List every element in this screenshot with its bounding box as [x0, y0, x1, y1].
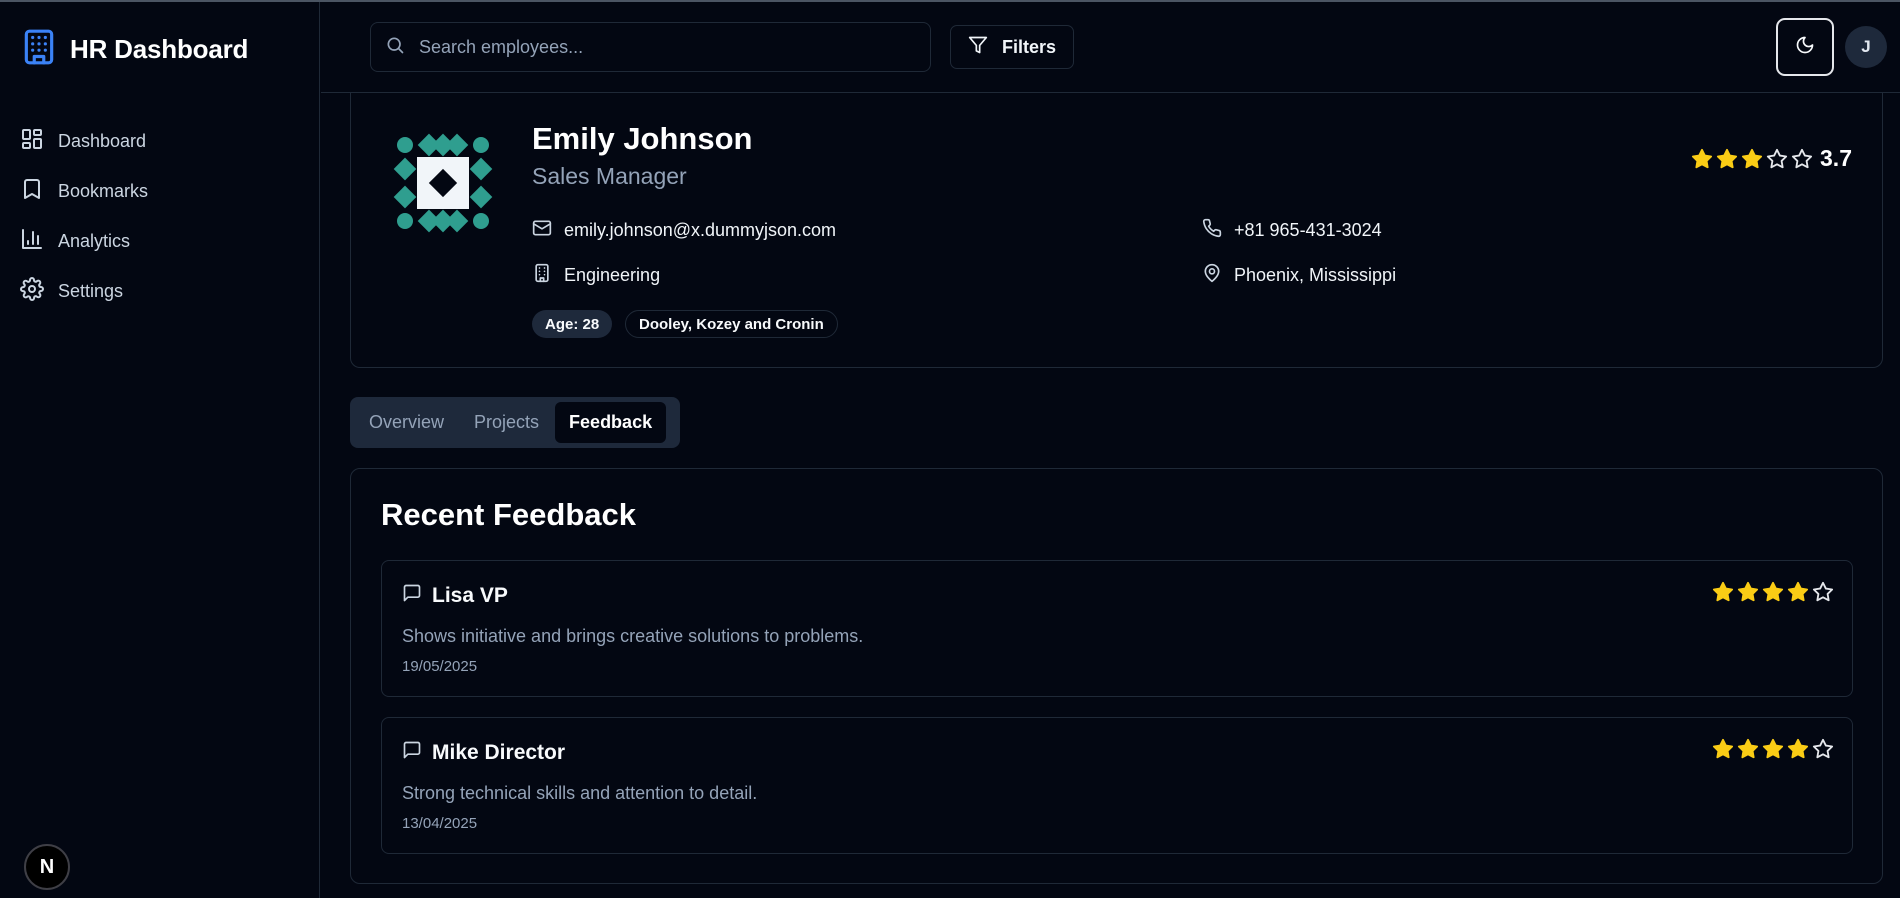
brand[interactable]: HR Dashboard [20, 28, 248, 71]
user-avatar[interactable]: J [1845, 26, 1887, 68]
star-filled-icon [1787, 738, 1809, 759]
building-icon [20, 28, 58, 71]
phone-icon [1202, 218, 1222, 243]
feedback-author-row: Mike Director [402, 740, 565, 766]
star-filled-icon [1762, 738, 1784, 759]
message-icon [402, 583, 422, 609]
framework-badge[interactable]: N [24, 844, 70, 890]
bar-chart-icon [20, 227, 44, 256]
employee-location: Phoenix, Mississippi [1234, 265, 1397, 285]
age-badge: Age: 28 [532, 310, 613, 338]
feedback-card: Recent Feedback Lisa VP Shows initiative… [350, 468, 1883, 884]
feedback-rating-stars [1712, 581, 1834, 603]
star-filled-icon [1716, 148, 1738, 168]
bookmark-icon [20, 177, 44, 206]
star-empty-icon [1812, 738, 1834, 759]
feedback-text: Strong technical skills and attention to… [402, 783, 758, 803]
rating-stars [1691, 148, 1813, 170]
star-filled-icon [1712, 738, 1734, 759]
feedback-heading: Recent Feedback [381, 497, 636, 532]
employee-department: Engineering [564, 265, 661, 285]
sidebar-nav: Dashboard Bookmarks Analytics Settings [20, 116, 300, 316]
star-filled-icon [1691, 148, 1713, 168]
sidebar-item-label: Bookmarks [58, 180, 149, 201]
search-input[interactable] [419, 36, 899, 58]
employee-identicon [391, 131, 495, 240]
department-row: Engineering [532, 263, 660, 288]
employee-profile-card: Emily Johnson Sales Manager 3.7 emily.jo… [350, 93, 1883, 368]
star-empty-icon [1766, 148, 1788, 168]
map-pin-icon [1202, 263, 1222, 288]
sidebar-item-analytics[interactable]: Analytics [20, 216, 300, 266]
filters-button[interactable]: Filters [950, 25, 1074, 69]
employee-rating: 3.7 [1691, 145, 1852, 172]
sidebar-item-bookmarks[interactable]: Bookmarks [20, 166, 300, 216]
star-filled-icon [1741, 148, 1763, 168]
feedback-item: Lisa VP Shows initiative and brings crea… [381, 560, 1853, 697]
feedback-item: Mike Director Strong technical skills an… [381, 717, 1853, 854]
dashboard-icon [20, 127, 44, 156]
search-box[interactable] [370, 22, 931, 72]
star-filled-icon [1737, 581, 1759, 602]
filters-label: Filters [1001, 36, 1057, 57]
top-header: Filters J [321, 2, 1900, 93]
employee-phone: +81 965-431-3024 [1234, 220, 1382, 240]
star-filled-icon [1787, 581, 1809, 602]
mail-icon [532, 218, 552, 243]
feedback-date: 13/04/2025 [402, 815, 478, 832]
gear-icon [20, 276, 44, 306]
sidebar-item-settings[interactable]: Settings [20, 266, 300, 316]
sidebar: HR Dashboard Dashboard Bookmarks Analyti… [0, 2, 320, 898]
star-empty-icon [1812, 581, 1834, 602]
feedback-author-row: Lisa VP [402, 583, 508, 609]
company-badge: Dooley, Kozey and Cronin [625, 310, 838, 338]
phone-row: +81 965-431-3024 [1202, 218, 1382, 243]
profile-tabs: Overview Projects Feedback [350, 397, 680, 448]
sidebar-item-label: Settings [58, 280, 124, 301]
sidebar-item-label: Dashboard [58, 130, 147, 151]
star-filled-icon [1737, 738, 1759, 759]
rating-value: 3.7 [1820, 145, 1852, 171]
employee-title: Sales Manager [532, 163, 687, 189]
location-row: Phoenix, Mississippi [1202, 263, 1396, 288]
filter-icon [968, 35, 988, 60]
building-icon [532, 263, 552, 288]
theme-toggle-button[interactable] [1776, 18, 1834, 76]
feedback-date: 19/05/2025 [402, 658, 478, 675]
feedback-text: Shows initiative and brings creative sol… [402, 626, 864, 646]
employee-name: Emily Johnson [532, 121, 753, 156]
star-empty-icon [1791, 148, 1813, 168]
sidebar-item-label: Analytics [58, 230, 131, 251]
email-row: emily.johnson@x.dummyjson.com [532, 218, 836, 243]
feedback-author: Mike Director [432, 741, 566, 764]
feedback-author: Lisa VP [432, 584, 508, 607]
message-icon [402, 740, 422, 766]
moon-icon [1795, 35, 1815, 60]
tab-feedback[interactable]: Feedback [555, 402, 667, 443]
employee-email: emily.johnson@x.dummyjson.com [564, 220, 837, 240]
sidebar-item-dashboard[interactable]: Dashboard [20, 116, 300, 166]
search-icon [385, 35, 405, 60]
tab-overview[interactable]: Overview [355, 402, 458, 443]
feedback-rating-stars [1712, 738, 1834, 760]
star-filled-icon [1712, 581, 1734, 602]
star-filled-icon [1762, 581, 1784, 602]
app-title: HR Dashboard [70, 34, 249, 64]
tab-projects[interactable]: Projects [460, 402, 553, 443]
